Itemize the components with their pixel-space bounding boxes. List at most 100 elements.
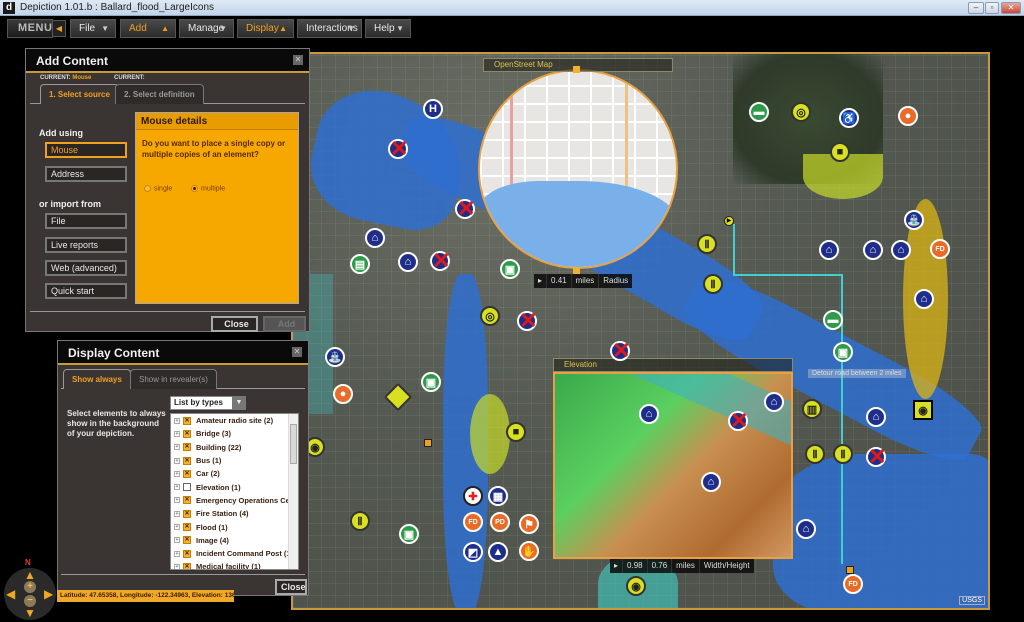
address-button[interactable]: Address xyxy=(45,166,127,182)
house-icon[interactable]: ⌂ xyxy=(866,407,886,427)
list-scrollbar[interactable] xyxy=(288,414,298,569)
checkbox[interactable]: ✕ xyxy=(183,443,191,452)
expand-icon[interactable]: + xyxy=(174,537,180,544)
closed-building-icon[interactable] xyxy=(866,444,886,470)
checkbox[interactable]: ✕ xyxy=(183,416,191,425)
pan-left-arrow-icon[interactable]: ◀ xyxy=(6,587,15,601)
close-window-button[interactable]: ✕ xyxy=(1001,2,1021,14)
fire-station-icon[interactable]: FD xyxy=(843,574,863,594)
expand-icon[interactable]: + xyxy=(174,484,180,491)
shelter-icon[interactable]: ◩ xyxy=(463,542,483,562)
expand-icon[interactable]: + xyxy=(174,563,180,569)
menu-file[interactable]: File ▼ xyxy=(70,19,116,38)
quick-start-button[interactable]: Quick start xyxy=(45,283,127,299)
bridge-icon[interactable]: Ⅱ xyxy=(805,444,825,464)
radius-value-input[interactable]: 0.41 xyxy=(547,274,572,288)
checkbox[interactable]: ✕ xyxy=(183,469,191,478)
checkbox[interactable]: ✕ xyxy=(183,483,191,492)
expand-icon[interactable]: + xyxy=(174,417,180,424)
list-item[interactable]: + ✕ Building (22) xyxy=(171,441,298,454)
bus-icon[interactable]: ▣ xyxy=(833,342,853,362)
radio-single[interactable]: single xyxy=(144,185,172,192)
list-item[interactable]: + ✕ Amateur radio site (2) xyxy=(171,414,298,427)
bridge-icon[interactable]: Ⅱ xyxy=(350,511,370,531)
menu-help[interactable]: Help ▼ xyxy=(365,19,411,38)
menu-collapse-icon[interactable]: ◀ xyxy=(52,20,66,37)
radio-multiple[interactable]: multiple xyxy=(191,185,225,192)
route-waypoint-icon[interactable] xyxy=(424,439,432,447)
file-import-button[interactable]: File xyxy=(45,213,127,229)
checkbox[interactable]: ✕ xyxy=(183,536,191,545)
fire-station-icon[interactable]: FD xyxy=(463,512,483,532)
tab-select-definition[interactable]: 2. Select definition xyxy=(115,84,204,104)
expand-icon[interactable]: + xyxy=(174,470,180,477)
closed-building-icon[interactable] xyxy=(388,136,408,162)
closed-building-icon[interactable] xyxy=(728,408,748,434)
incident-command-icon[interactable]: ⚑ xyxy=(519,514,539,534)
closed-building-icon[interactable] xyxy=(455,196,475,222)
bridge-icon[interactable]: Ⅱ xyxy=(703,274,723,294)
car-icon[interactable]: ▬ xyxy=(823,310,843,330)
fire-station-icon[interactable]: FD xyxy=(930,239,950,259)
close-icon[interactable]: ✕ xyxy=(293,55,303,65)
checkbox[interactable]: ✕ xyxy=(183,523,191,532)
map-canvas[interactable]: OpenStreet Map ▸ 0.41 miles Radius Eleva… xyxy=(291,52,990,610)
camera-icon[interactable]: ■ xyxy=(506,422,526,442)
pan-down-arrow-icon[interactable]: ▼ xyxy=(24,606,36,620)
police-station-icon[interactable]: PD xyxy=(490,512,510,532)
menu-add[interactable]: Add ▲ xyxy=(120,19,176,38)
list-item[interactable]: +✕ Elevation (1) xyxy=(171,480,298,493)
minimize-button[interactable]: – xyxy=(968,2,984,14)
checkbox[interactable]: ✕ xyxy=(183,456,191,465)
width-value-input[interactable]: 0.98 xyxy=(623,559,648,573)
road-narrows-icon[interactable] xyxy=(383,382,413,412)
list-item[interactable]: + ✕ Emergency Operations Cen xyxy=(171,494,298,507)
water-tower-icon[interactable]: ⛲ xyxy=(904,210,924,230)
list-item[interactable]: + ✕ Flood (1) xyxy=(171,520,298,533)
house-icon[interactable]: ⌂ xyxy=(796,519,816,539)
display-close-button[interactable]: Close xyxy=(275,579,307,595)
revealer-label-elevation[interactable]: Elevation xyxy=(553,358,793,372)
tab-show-always[interactable]: Show always xyxy=(63,369,131,389)
car-icon[interactable]: ▬ xyxy=(749,102,769,122)
list-item[interactable]: + ✕ Fire Station (4) xyxy=(171,507,298,520)
mouse-button[interactable]: Mouse xyxy=(45,142,127,158)
accessibility-icon[interactable]: ♿ xyxy=(839,108,859,128)
house-icon[interactable]: ⌂ xyxy=(863,240,883,260)
house-icon[interactable]: ⌂ xyxy=(891,240,911,260)
web-advanced-button[interactable]: Web (advanced) xyxy=(45,260,127,276)
house-icon[interactable]: ⌂ xyxy=(914,289,934,309)
hand-stop-icon[interactable]: ✋ xyxy=(519,541,539,561)
menu-manage[interactable]: Manage ▼ xyxy=(179,19,234,38)
list-item[interactable]: + ✕ Bus (1) xyxy=(171,454,298,467)
closed-building-icon[interactable] xyxy=(610,338,630,364)
restore-button[interactable]: ▫ xyxy=(985,2,999,14)
checkbox[interactable]: ✕ xyxy=(183,549,191,558)
bridge-icon[interactable]: Ⅱ xyxy=(697,234,717,254)
menu-display[interactable]: Display ▲ xyxy=(237,19,294,38)
bus-icon[interactable]: ▣ xyxy=(500,259,520,279)
elevation-revealer[interactable] xyxy=(553,372,793,559)
pan-right-arrow-icon[interactable]: ▶ xyxy=(44,587,53,601)
tab-select-source[interactable]: 1. Select source xyxy=(40,84,119,104)
checkbox[interactable]: ✕ xyxy=(183,562,191,569)
checkbox[interactable]: ✕ xyxy=(183,509,191,518)
live-reports-button[interactable]: Live reports xyxy=(45,237,127,253)
zoom-out-icon[interactable]: − xyxy=(24,595,36,607)
expand-icon[interactable]: + xyxy=(174,510,180,517)
add-button[interactable]: Add xyxy=(263,316,306,332)
close-button[interactable]: Close xyxy=(211,316,258,332)
route-start-icon[interactable]: ▶ xyxy=(724,216,734,226)
target-icon[interactable]: ◎ xyxy=(791,102,811,122)
pan-up-arrow-icon[interactable]: ▲ xyxy=(24,568,36,582)
expand-icon[interactable]: + xyxy=(174,497,180,504)
expand-icon[interactable]: ▸ xyxy=(610,559,624,573)
checkbox[interactable]: ✕ xyxy=(183,496,191,505)
list-item[interactable]: + ✕ Car (2) xyxy=(171,467,298,480)
house-icon[interactable]: ⌂ xyxy=(819,240,839,260)
list-item[interactable]: + ✕ Incident Command Post (1) xyxy=(171,547,298,560)
person-icon[interactable]: ● xyxy=(333,384,353,404)
hospital-icon[interactable]: H xyxy=(423,99,443,119)
bus-icon[interactable]: ▣ xyxy=(399,524,419,544)
height-value-input[interactable]: 0.76 xyxy=(648,559,673,573)
